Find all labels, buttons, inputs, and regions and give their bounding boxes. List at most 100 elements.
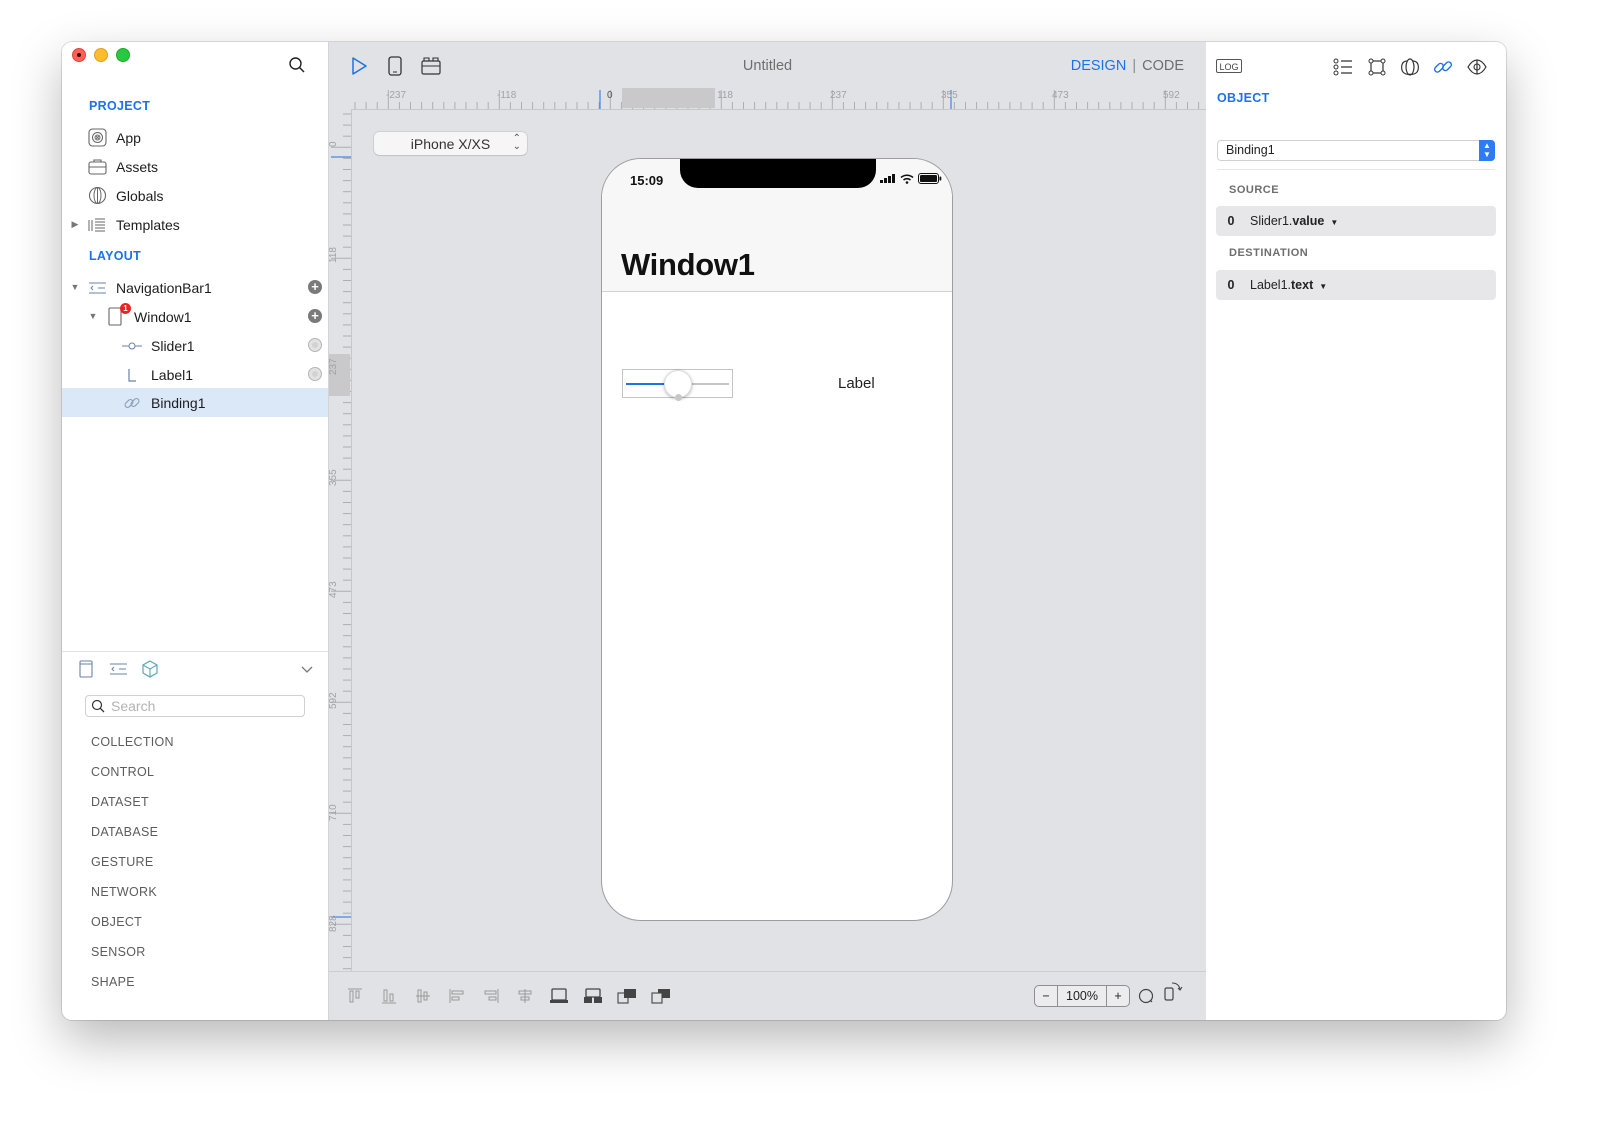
app-icon [87,128,107,148]
rotate-device-icon[interactable] [1163,980,1183,1001]
zoom-window-button[interactable] [116,48,130,62]
embed-in-view-icon[interactable] [549,986,569,1006]
ruler-label: 828 [328,915,339,932]
sidebar-item-templates[interactable]: ▶ Templates [62,210,328,239]
close-window-button[interactable] [72,48,86,62]
search-icon[interactable] [288,56,306,74]
resize-handle[interactable] [675,394,682,401]
slider1-control[interactable] [622,369,733,401]
layout-item-navigationbar1[interactable]: ▼ NavigationBar1 + [62,273,328,302]
updown-chevron-icon: ⌃ ⌄ [512,133,521,152]
list-properties-icon[interactable] [1332,56,1354,78]
phone-preview: 15:09 Window1 Label [601,158,953,921]
visibility-toggle[interactable] [308,367,322,381]
frame-size-icon[interactable] [1366,56,1388,78]
embed-in-split-view-icon[interactable] [583,986,603,1006]
minimize-window-button[interactable] [94,48,108,62]
layout-item-label: Label1 [151,366,194,383]
layout-item-slider1[interactable]: Slider1 [62,331,328,360]
dropdown-caret-icon[interactable]: ▼ [1319,282,1327,291]
zoom-level[interactable]: 100% [1057,986,1107,1006]
align-left-icon[interactable] [447,986,467,1006]
binding-link-icon[interactable] [1432,56,1454,78]
navigation-bar-icon [87,278,107,298]
sidebar-item-label: App [116,129,141,146]
library-category-gesture[interactable]: GESTURE [91,855,154,869]
sidebar-item-globals[interactable]: Globals [62,181,328,210]
align-right-icon[interactable] [481,986,501,1006]
ruler-ticks [354,90,1200,109]
ruler-label: 355 [328,469,339,486]
align-top-icon[interactable] [345,986,365,1006]
navigation-bar[interactable]: 15:09 Window1 [602,159,952,292]
vertical-ruler: 0 118 237 355 473 592 710 828 [328,109,352,971]
library-category-shape[interactable]: SHAPE [91,975,135,989]
app-window: PROJECT App Assets Globals ▶ Templates L… [62,42,1506,1020]
library-category-network[interactable]: NETWORK [91,885,157,899]
alignment-tools [345,986,671,1006]
send-to-back-icon[interactable] [651,986,671,1006]
library-search-input[interactable] [109,697,303,715]
window-library-tab-icon[interactable] [76,659,96,679]
window-icon: 1 [105,302,131,327]
zoom-in-button[interactable]: + [1107,986,1129,1006]
align-vertical-center-icon[interactable] [413,986,433,1006]
align-bottom-icon[interactable] [379,986,399,1006]
layout-item-binding1[interactable]: Binding1 [62,388,328,417]
ruler-label: -118 [497,90,517,101]
sidebar-item-assets[interactable]: Assets [62,152,328,181]
device-selector-value: iPhone X/XS [410,135,491,152]
ruler-label: 710 [328,804,339,821]
library-category-dataset[interactable]: DATASET [91,795,149,809]
visibility-toggle[interactable] [308,338,322,352]
source-property: value [1292,214,1325,228]
library-search-field[interactable] [85,695,305,717]
library-category-database[interactable]: DATABASE [91,825,158,839]
source-object: Slider1. [1250,214,1293,228]
object-selector[interactable]: Binding1 ▲ ▼ [1217,140,1495,161]
disclosure-triangle-down-icon[interactable]: ▼ [88,311,98,321]
library-category-collection[interactable]: COLLECTION [91,735,174,749]
object-library-tab-icon[interactable] [140,659,160,679]
object-selector-value: Binding1 [1226,143,1275,157]
sidebar-item-app[interactable]: App [62,123,328,152]
fit-to-screen-icon[interactable] [1137,986,1157,1006]
align-horizontal-center-icon[interactable] [515,986,535,1006]
code-mode-button[interactable]: CODE [1142,58,1184,74]
effects-lotus-icon[interactable] [1399,56,1421,78]
ruler-label: 355 [941,90,958,101]
dropdown-caret-icon[interactable]: ▼ [1330,218,1338,227]
label1-control[interactable]: Label [838,375,875,392]
source-binding-row[interactable]: 0 Slider1. value ▼ [1216,206,1496,236]
log-button[interactable]: LOG [1216,59,1242,73]
bring-to-front-icon[interactable] [617,986,637,1006]
library-category-object[interactable]: OBJECT [91,915,142,929]
disclosure-triangle-right-icon[interactable]: ▶ [70,219,80,229]
inspector-panel: LOG OBJECT Binding1 ▲ ▼ SOURCE 0 Slider1.… [1207,42,1506,1020]
ruler-label: 0 [607,90,613,101]
design-mode-button[interactable]: DESIGN [1071,58,1127,74]
navigation-library-tab-icon[interactable] [108,659,128,679]
ruler-label: 118 [328,247,339,263]
library-category-sensor[interactable]: SENSOR [91,945,146,959]
disclosure-triangle-down-icon[interactable]: ▼ [70,282,80,292]
visibility-eye-icon[interactable] [1466,56,1488,78]
chevron-down-icon[interactable] [300,662,314,676]
destination-property: text [1291,278,1314,292]
library-category-control[interactable]: CONTROL [91,765,154,779]
zoom-out-button[interactable]: − [1035,986,1057,1006]
add-child-button[interactable]: + [308,280,322,294]
layout-item-label: Binding1 [151,394,206,411]
phone-notch [680,159,876,188]
battery-icon [918,173,942,184]
mode-switch: DESIGN | CODE [1071,58,1184,74]
ruler-label: 0 [328,141,339,147]
layout-item-label1[interactable]: Label1 [62,360,328,389]
design-canvas-area: Untitled DESIGN | CODE -237 -118 0 118 237… [328,42,1206,1020]
layout-item-window1[interactable]: ▼ 1 Window1 + [62,302,328,331]
destination-binding-row[interactable]: 0 Label1. text ▼ [1216,270,1496,300]
sidebar-item-label: Globals [116,187,164,204]
add-child-button[interactable]: + [308,309,322,323]
device-selector[interactable]: iPhone X/XS ⌃ ⌄ [374,132,527,155]
ruler-label: 473 [1052,90,1069,101]
